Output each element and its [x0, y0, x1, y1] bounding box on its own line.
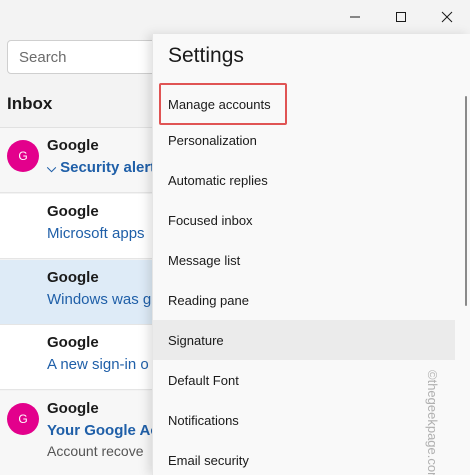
mail-item[interactable]: Google A new sign-in o: [0, 325, 152, 390]
close-button[interactable]: [424, 0, 470, 34]
mail-subject: A new sign-in o: [47, 356, 149, 373]
settings-title: Settings: [168, 44, 244, 67]
mail-subject-text: Security alert: [60, 159, 156, 176]
mail-sender: Google: [47, 203, 99, 220]
settings-item-focused-inbox[interactable]: Focused inbox: [153, 200, 455, 240]
mail-subject: ⌵ Security alert: [47, 159, 155, 176]
mail-subject: Microsoft apps: [47, 225, 145, 242]
mail-list-pane: Search Inbox G Google ⌵ Security alert Go…: [0, 34, 167, 475]
mail-item[interactable]: Google Microsoft apps: [0, 194, 152, 259]
avatar: G: [7, 140, 39, 172]
watermark: ©thegeekpage.com: [425, 370, 440, 475]
settings-item-signature[interactable]: Signature: [153, 320, 455, 360]
window-caption: [332, 0, 470, 34]
close-icon: [441, 11, 453, 23]
mail-subject: Your Google Ac: [47, 422, 159, 439]
mail-sender: Google: [47, 400, 99, 417]
mail-preview: Account recove: [47, 443, 144, 459]
mail-item[interactable]: G Google ⌵ Security alert: [0, 128, 155, 193]
settings-item-message-list[interactable]: Message list: [153, 240, 455, 280]
settings-scrollbar[interactable]: [465, 96, 467, 306]
minimize-icon: [350, 16, 360, 18]
mail-item[interactable]: Google Windows was g: [0, 260, 152, 325]
settings-pane: Settings Manage accounts Personalization…: [152, 34, 470, 475]
mail-sender: Google: [47, 269, 99, 286]
minimize-button[interactable]: [332, 0, 378, 34]
settings-item-notifications[interactable]: Notifications: [153, 400, 455, 440]
mail-sender: Google: [47, 334, 99, 351]
chevron-down-icon[interactable]: ⌵: [47, 161, 56, 176]
avatar: G: [7, 403, 39, 435]
maximize-icon: [396, 12, 406, 22]
settings-item-personalization[interactable]: Personalization: [153, 120, 455, 160]
folder-title: Inbox: [7, 94, 53, 113]
settings-item-manage-accounts[interactable]: Manage accounts: [153, 84, 455, 124]
maximize-button[interactable]: [378, 0, 424, 34]
settings-item-email-security[interactable]: Email security: [153, 440, 455, 475]
settings-item-automatic-replies[interactable]: Automatic replies: [153, 160, 455, 200]
mail-item[interactable]: G Google Your Google Ac Account recove: [0, 391, 159, 475]
settings-item-reading-pane[interactable]: Reading pane: [153, 280, 455, 320]
settings-item-default-font[interactable]: Default Font: [153, 360, 455, 400]
mail-subject: Windows was g: [47, 291, 152, 308]
search-input[interactable]: Search: [7, 40, 167, 74]
mail-sender: Google: [47, 137, 99, 154]
